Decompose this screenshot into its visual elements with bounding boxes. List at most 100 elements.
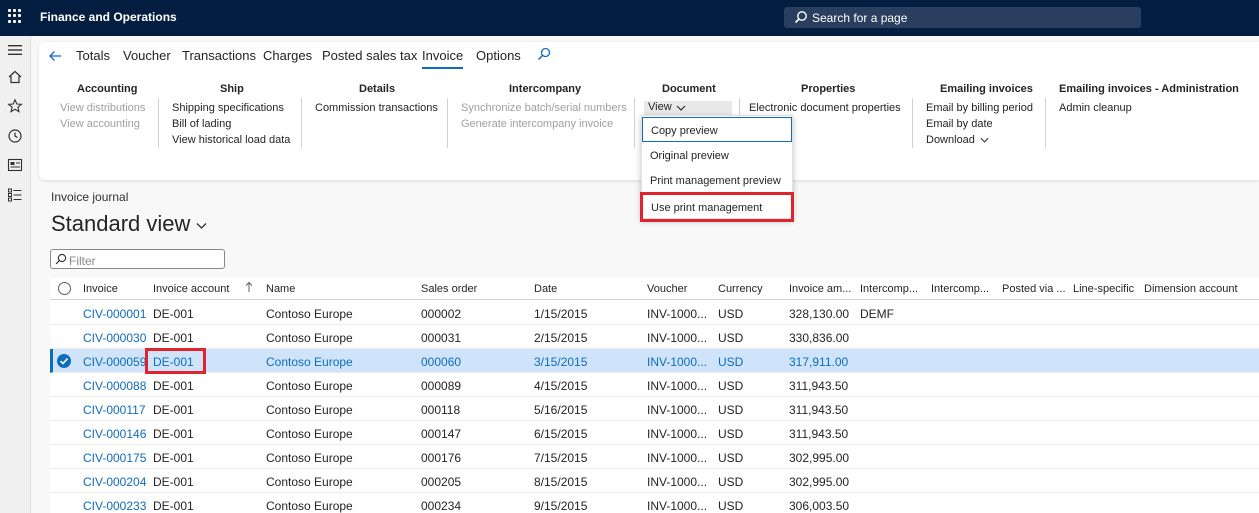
column-header-dimension-account[interactable]: Dimension account	[1144, 283, 1238, 295]
sales-order-cell: 000060	[421, 355, 462, 369]
group-divider	[158, 98, 159, 148]
app-launcher-icon[interactable]	[8, 9, 22, 23]
currency-cell: USD	[718, 427, 744, 441]
menu-item-copy-preview[interactable]: Copy preview	[642, 117, 792, 142]
workspaces-icon[interactable]	[7, 157, 23, 173]
tab-voucher[interactable]: Voucher	[123, 48, 171, 63]
sort-ascending-icon[interactable]	[245, 281, 253, 293]
view-accounting-button[interactable]: View accounting	[60, 118, 140, 130]
sales-order-cell: 000205	[421, 475, 462, 489]
name-cell: Contoso Europe	[266, 475, 353, 489]
tab-posted-sales-tax[interactable]: Posted sales tax	[322, 48, 417, 63]
recent-clock-icon[interactable]	[7, 128, 23, 144]
email-by-billing-period-button[interactable]: Email by billing period	[926, 102, 1033, 114]
table-row[interactable]: CIV-000175 DE-001 Contoso Europe 000176 7/15…	[50, 445, 1259, 469]
voucher-cell: INV-1000...	[647, 379, 708, 393]
name-cell: Contoso Europe	[266, 379, 353, 393]
row-selected-check-icon[interactable]	[57, 354, 71, 368]
table-row[interactable]: CIV-000117 DE-001 Contoso Europe 000118 5/16…	[50, 397, 1259, 421]
invoice-amount-cell: 311,943.50	[789, 427, 849, 441]
home-icon[interactable]	[7, 69, 23, 85]
tab-options[interactable]: Options	[476, 48, 521, 63]
back-arrow-icon[interactable]	[47, 48, 63, 64]
table-row[interactable]: CIV-000146 DE-001 Contoso Europe 000147 6/15…	[50, 421, 1259, 445]
group-divider	[634, 98, 635, 148]
currency-cell: USD	[718, 355, 744, 369]
generate-intercompany-invoice-button[interactable]: Generate intercompany invoice	[461, 118, 613, 130]
column-header-sales-order[interactable]: Sales order	[421, 283, 477, 295]
currency-cell: USD	[718, 451, 744, 465]
table-row[interactable]: CIV-000233 DE-001 Contoso Europe 000234 9/15…	[50, 493, 1259, 513]
menu-item-print-management-preview[interactable]: Print management preview	[642, 168, 792, 193]
column-header-name[interactable]: Name	[266, 283, 295, 295]
group-title-ship: Ship	[220, 83, 244, 95]
shipping-specifications-button[interactable]: Shipping specifications	[172, 102, 284, 114]
action-search-icon[interactable]	[537, 47, 551, 61]
tab-totals[interactable]: Totals	[76, 48, 110, 63]
table-row[interactable]: CIV-000088 DE-001 Contoso Europe 000089 4/15…	[50, 373, 1259, 397]
column-header-intercompany-2[interactable]: Intercomp...	[931, 283, 989, 295]
view-selector[interactable]: Standard view	[51, 211, 190, 237]
table-row[interactable]: CIV-000030 DE-001 Contoso Europe 000031 2/15…	[50, 325, 1259, 349]
email-by-date-button[interactable]: Email by date	[926, 118, 993, 130]
date-cell: 6/15/2015	[534, 427, 588, 441]
column-header-date[interactable]: Date	[534, 283, 557, 295]
chevron-down-icon	[676, 105, 686, 111]
group-title-intercompany: Intercompany	[509, 83, 582, 95]
chevron-down-icon[interactable]	[196, 222, 207, 230]
intercompany-cell: DEMF	[860, 307, 894, 321]
column-header-invoice-amount[interactable]: Invoice am...	[789, 283, 851, 295]
filter-input[interactable]: Filter	[50, 249, 225, 269]
tab-invoice[interactable]: Invoice	[422, 48, 464, 69]
invoice-cell[interactable]: CIV-000059	[83, 355, 146, 369]
date-cell: 5/16/2015	[534, 403, 588, 417]
sales-order-cell: 000089	[421, 379, 462, 393]
search-label: Search for a page	[812, 11, 908, 25]
table-row[interactable]: CIV-000001 DE-001 Contoso Europe 000002 1/15…	[50, 301, 1259, 325]
invoice-cell[interactable]: CIV-000233	[83, 499, 146, 513]
date-cell: 3/15/2015	[534, 355, 588, 369]
invoice-cell[interactable]: CIV-000001	[83, 307, 146, 321]
view-distributions-button[interactable]: View distributions	[60, 102, 145, 114]
tab-transactions[interactable]: Transactions	[182, 48, 256, 63]
invoice-cell[interactable]: CIV-000088	[83, 379, 146, 393]
bill-of-lading-button[interactable]: Bill of lading	[172, 118, 231, 130]
invoice-account-cell: DE-001	[153, 403, 194, 417]
column-header-invoice[interactable]: Invoice	[83, 283, 118, 295]
column-header-currency[interactable]: Currency	[718, 283, 763, 295]
column-header-intercompany-1[interactable]: Intercomp...	[860, 283, 918, 295]
table-row[interactable]: CIV-000204 DE-001 Contoso Europe 000205 8/15…	[50, 469, 1259, 493]
invoice-cell[interactable]: CIV-000204	[83, 475, 146, 489]
search-bar[interactable]: Search for a page	[784, 7, 1141, 28]
favorites-star-icon[interactable]	[7, 98, 23, 114]
download-dropdown-button[interactable]: Download	[926, 134, 989, 146]
view-dropdown-button[interactable]: View	[644, 101, 732, 116]
invoice-cell[interactable]: CIV-000175	[83, 451, 146, 465]
column-header-invoice-account[interactable]: Invoice account	[153, 283, 229, 295]
invoice-cell[interactable]: CIV-000117	[83, 403, 146, 417]
admin-cleanup-button[interactable]: Admin cleanup	[1059, 102, 1132, 114]
table-row[interactable]: CIV-000059 DE-001 Contoso Europe 000060 3/15…	[50, 349, 1259, 373]
electronic-document-properties-button[interactable]: Electronic document properties	[749, 102, 901, 114]
select-all-checkbox[interactable]	[58, 282, 71, 295]
menu-item-use-print-management[interactable]: Use print management	[640, 192, 794, 222]
invoice-cell[interactable]: CIV-000030	[83, 331, 146, 345]
tab-charges[interactable]: Charges	[263, 48, 312, 63]
menu-item-original-preview[interactable]: Original preview	[642, 143, 792, 168]
app-title[interactable]: Finance and Operations	[40, 10, 177, 24]
modules-list-icon[interactable]	[7, 187, 23, 203]
group-divider	[912, 98, 913, 148]
commission-transactions-button[interactable]: Commission transactions	[315, 102, 438, 114]
sales-order-cell: 000234	[421, 499, 462, 513]
column-header-posted-via[interactable]: Posted via ...	[1002, 283, 1066, 295]
currency-cell: USD	[718, 499, 744, 513]
column-header-voucher[interactable]: Voucher	[647, 283, 687, 295]
date-cell: 8/15/2015	[534, 475, 588, 489]
hamburger-menu-icon[interactable]	[7, 42, 23, 58]
filter-placeholder: Filter	[69, 254, 96, 268]
invoice-cell[interactable]: CIV-000146	[83, 427, 146, 441]
date-cell: 2/15/2015	[534, 331, 588, 345]
view-historical-load-data-button[interactable]: View historical load data	[172, 134, 290, 146]
column-header-line-specific[interactable]: Line-specific	[1073, 283, 1134, 295]
synchronize-batch-serial-button[interactable]: Synchronize batch/serial numbers	[461, 102, 627, 114]
